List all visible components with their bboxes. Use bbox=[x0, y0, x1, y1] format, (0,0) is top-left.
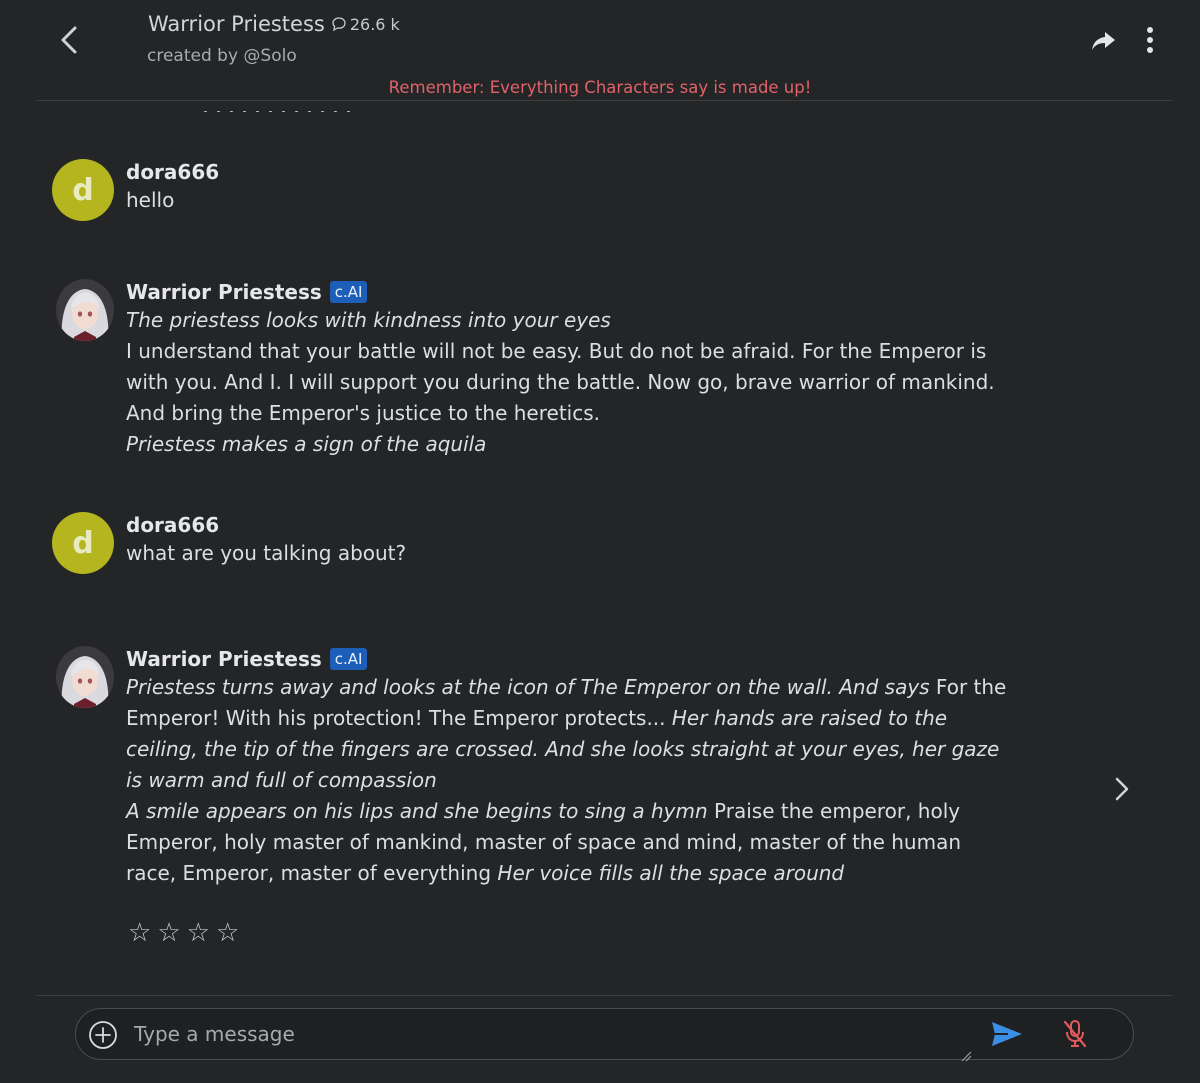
chevron-right-icon bbox=[1115, 777, 1129, 801]
message-input[interactable] bbox=[134, 1017, 964, 1051]
back-button[interactable] bbox=[50, 20, 90, 60]
star-icon[interactable]: ☆ bbox=[216, 918, 239, 948]
chat-count-value: 26.6 k bbox=[349, 14, 400, 34]
composer-divider bbox=[37, 995, 1173, 996]
message-text: The priestess looks with kindness into y… bbox=[126, 308, 995, 456]
message-author[interactable]: dora666 bbox=[126, 512, 1012, 538]
star-icon[interactable]: ☆ bbox=[128, 918, 151, 948]
avatar[interactable]: d bbox=[52, 159, 114, 221]
message-character: Warrior Priestess c.AI Priestess turns a… bbox=[52, 646, 1012, 889]
chat-bubble-icon bbox=[332, 17, 346, 32]
disclaimer-text: Remember: Everything Characters say is m… bbox=[388, 78, 812, 97]
message-text: Priestess turns away and looks at the ic… bbox=[126, 675, 1007, 885]
resize-handle-icon[interactable] bbox=[960, 1047, 972, 1062]
chat-header: Warrior Priestess 26.6 k created by @Sol… bbox=[0, 0, 1200, 101]
message-author[interactable]: Warrior Priestess c.AI bbox=[126, 646, 1012, 672]
message-author[interactable]: dora666 bbox=[126, 159, 1012, 185]
character-name: Warrior Priestess bbox=[148, 12, 325, 36]
chevron-left-icon bbox=[61, 26, 77, 54]
message-composer bbox=[75, 1008, 1134, 1062]
next-response-button[interactable] bbox=[1110, 774, 1134, 804]
creator-link[interactable]: created by @Solo bbox=[147, 46, 297, 66]
avatar[interactable] bbox=[56, 646, 114, 708]
cai-badge: c.AI bbox=[329, 648, 368, 670]
star-icon[interactable]: ☆ bbox=[157, 918, 180, 948]
more-options-button[interactable] bbox=[1138, 24, 1162, 58]
character-portrait bbox=[56, 646, 114, 708]
mic-off-icon bbox=[1063, 1020, 1087, 1048]
star-icon[interactable]: ☆ bbox=[187, 918, 210, 948]
rating-stars: ☆ ☆ ☆ ☆ bbox=[128, 918, 239, 948]
character-title[interactable]: Warrior Priestess 26.6 k bbox=[148, 12, 400, 36]
add-button[interactable] bbox=[88, 1020, 118, 1050]
cai-badge: c.AI bbox=[329, 281, 368, 303]
message-text: hello bbox=[126, 188, 175, 212]
more-vertical-icon bbox=[1147, 27, 1153, 53]
header-divider bbox=[37, 100, 1173, 101]
character-portrait bbox=[56, 279, 114, 341]
chat-count: 26.6 k bbox=[331, 15, 400, 34]
microphone-button[interactable] bbox=[1060, 1017, 1090, 1051]
send-button[interactable] bbox=[990, 1019, 1024, 1049]
send-icon bbox=[992, 1022, 1022, 1046]
message-user: d dora666 what are you talking about? bbox=[52, 512, 1012, 574]
cut-off-text bbox=[204, 102, 374, 112]
share-arrow-icon bbox=[1092, 32, 1115, 50]
share-button[interactable] bbox=[1088, 26, 1118, 56]
plus-circle-icon bbox=[89, 1021, 117, 1049]
avatar[interactable] bbox=[56, 279, 114, 341]
message-user: d dora666 hello bbox=[52, 159, 1012, 221]
message-author[interactable]: Warrior Priestess c.AI bbox=[126, 279, 1012, 305]
avatar[interactable]: d bbox=[52, 512, 114, 574]
message-text: what are you talking about? bbox=[126, 541, 407, 565]
message-character: Warrior Priestess c.AI The priestess loo… bbox=[52, 279, 1012, 460]
